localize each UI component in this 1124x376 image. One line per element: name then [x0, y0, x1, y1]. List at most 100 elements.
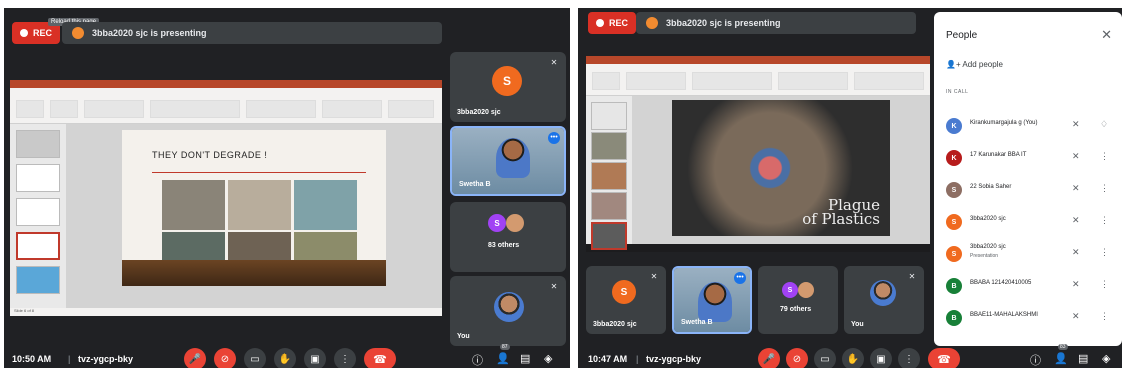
- leave-call-button[interactable]: ☎: [928, 348, 960, 368]
- mic-toggle-button[interactable]: 🎤: [758, 348, 780, 368]
- people-count-badge: 87: [500, 344, 510, 350]
- participant-row[interactable]: K Kirankumargajula g (You) ✕ ♢: [934, 110, 1122, 140]
- recording-indicator: REC: [588, 12, 637, 34]
- raise-hand-button[interactable]: ✋: [842, 348, 864, 368]
- mic-off-icon: ✕: [1072, 183, 1080, 193]
- rec-label: REC: [33, 28, 53, 38]
- self-tile[interactable]: ✕ You: [450, 276, 566, 346]
- close-icon[interactable]: ✕: [1101, 27, 1112, 43]
- leave-call-button[interactable]: ☎: [364, 348, 396, 368]
- chat-icon[interactable]: ▤: [1078, 352, 1088, 365]
- participant-person: [698, 282, 732, 322]
- more-vert-icon[interactable]: ⋮: [1100, 279, 1109, 290]
- more-vert-icon[interactable]: ⋮: [1100, 311, 1109, 322]
- participant-tile[interactable]: ✕ S 3bba2020 sjc: [586, 266, 666, 334]
- slide-photo: [294, 180, 357, 230]
- mic-off-icon: ✕: [1072, 247, 1080, 257]
- record-dot-icon: [20, 29, 28, 37]
- slide-thumbnails[interactable]: [10, 124, 66, 308]
- participant-avatar: K: [946, 150, 962, 166]
- present-button[interactable]: ▣: [870, 348, 892, 368]
- participant-row[interactable]: S 3bba2020 sjc ✕ ⋮: [934, 206, 1122, 236]
- raise-hand-button[interactable]: ✋: [274, 348, 296, 368]
- more-vert-icon[interactable]: ⋮: [1100, 183, 1109, 194]
- others-tile[interactable]: S 83 others: [450, 202, 566, 272]
- activities-icon[interactable]: ◈: [1102, 352, 1110, 365]
- slide-canvas: THEY DON'T DEGRADE !: [66, 124, 442, 308]
- more-options-icon[interactable]: •••: [548, 132, 560, 144]
- powerpoint-titlebar: [10, 80, 442, 88]
- camera-toggle-button[interactable]: ⊘: [214, 348, 236, 368]
- more-options-button[interactable]: ⋮: [898, 348, 920, 368]
- slide-photo: [162, 180, 225, 230]
- people-icon[interactable]: 👤: [496, 352, 510, 365]
- present-button[interactable]: ▣: [304, 348, 326, 368]
- people-count-badge: 83: [1058, 344, 1068, 350]
- participant-name: BBABA 121420410005: [970, 280, 1032, 286]
- mic-off-icon: ✕: [550, 282, 558, 291]
- participant-tile[interactable]: ✕ S 3bba2020 sjc: [450, 52, 566, 122]
- participant-avatar: S: [612, 280, 636, 304]
- participant-row[interactable]: K 17 Karunakar BBA IT ✕ ⋮: [934, 142, 1122, 172]
- mic-toggle-button[interactable]: 🎤: [184, 348, 206, 368]
- mic-off-icon: ✕: [1072, 215, 1080, 225]
- people-panel-title: People: [946, 30, 978, 41]
- more-vert-icon[interactable]: ⋮: [1100, 215, 1109, 226]
- more-vert-icon[interactable]: ⋮: [1100, 151, 1109, 162]
- mic-off-icon: ✕: [1072, 151, 1080, 161]
- add-people-label: Add people: [962, 60, 1003, 69]
- more-vert-icon[interactable]: ⋮: [1100, 247, 1109, 258]
- info-icon[interactable]: ⓘ: [1030, 352, 1041, 368]
- meeting-time: 10:50 AM: [12, 354, 52, 364]
- participant-row[interactable]: S 22 Sobia Saher ✕ ⋮: [934, 174, 1122, 204]
- captions-button[interactable]: ▭: [814, 348, 836, 368]
- slide-title: Plague of Plastics: [802, 198, 880, 228]
- others-avatar: S: [782, 282, 798, 298]
- activities-icon[interactable]: ◈: [544, 352, 552, 365]
- self-tile[interactable]: ✕ You: [844, 266, 924, 334]
- mic-off-icon: ✕: [908, 272, 916, 281]
- participant-row[interactable]: B BBAE11-MAHALAKSHMI ✕ ⋮: [934, 302, 1122, 332]
- add-people-button[interactable]: 👤+ Add people: [946, 60, 1003, 69]
- more-options-icon[interactable]: •••: [734, 272, 746, 284]
- participant-tile-speaking[interactable]: ••• Swetha B: [672, 266, 752, 334]
- captions-button[interactable]: ▭: [244, 348, 266, 368]
- add-person-icon: 👤+: [946, 60, 961, 69]
- others-avatar: S: [488, 214, 506, 232]
- info-icon[interactable]: ⓘ: [472, 352, 483, 368]
- people-icon[interactable]: 👤: [1054, 352, 1068, 365]
- slide-thumbnails[interactable]: [586, 96, 632, 250]
- presenting-banner: 3bba2020 sjc is presenting: [636, 12, 916, 34]
- camera-toggle-button[interactable]: ⊘: [786, 348, 808, 368]
- slide-title-line: of Plastics: [802, 210, 880, 228]
- participant-person: [496, 138, 530, 178]
- current-slide: Plague of Plastics: [672, 100, 890, 236]
- participant-name: Kirankumargajula g (You): [970, 120, 1038, 126]
- participant-name: 3bba2020 sjc: [970, 216, 1006, 222]
- others-tile[interactable]: S 79 others: [758, 266, 838, 334]
- participant-subtitle: Presentation: [970, 253, 999, 259]
- participant-row[interactable]: S 3bba2020 sjc Presentation ✕ ⋮: [934, 238, 1122, 268]
- meet-window-left: REC Reload this page 3bba2020 sjc is pre…: [4, 8, 570, 368]
- participant-avatar: S: [946, 214, 962, 230]
- meeting-code: tvz-ygcp-bky: [78, 354, 134, 364]
- presenter-avatar: [646, 17, 658, 29]
- presenting-text: 3bba2020 sjc is presenting: [92, 28, 207, 38]
- chat-icon[interactable]: ▤: [520, 352, 530, 365]
- participant-tile-speaking[interactable]: ••• Swetha B: [450, 126, 566, 196]
- more-options-button[interactable]: ⋮: [334, 348, 356, 368]
- participant-name: 17 Karunakar BBA IT: [970, 152, 1027, 158]
- mic-off-icon: ✕: [1072, 279, 1080, 289]
- in-call-header: IN CALL: [946, 89, 969, 95]
- slide-wood-floor: [122, 260, 386, 286]
- self-name: You: [457, 333, 470, 340]
- participant-row[interactable]: B BBABA 121420410005 ✕ ⋮: [934, 270, 1122, 300]
- participant-name: Swetha B: [681, 319, 713, 326]
- mic-off-icon: ✕: [550, 58, 558, 67]
- powerpoint-statusbar: Slide 6 of 8: [10, 308, 442, 316]
- pin-icon[interactable]: ♢: [1100, 119, 1108, 130]
- participant-avatar: S: [946, 182, 962, 198]
- participant-avatar: S: [492, 66, 522, 96]
- slide-title: THEY DON'T DEGRADE !: [152, 150, 268, 160]
- mic-off-icon: ✕: [1072, 119, 1080, 129]
